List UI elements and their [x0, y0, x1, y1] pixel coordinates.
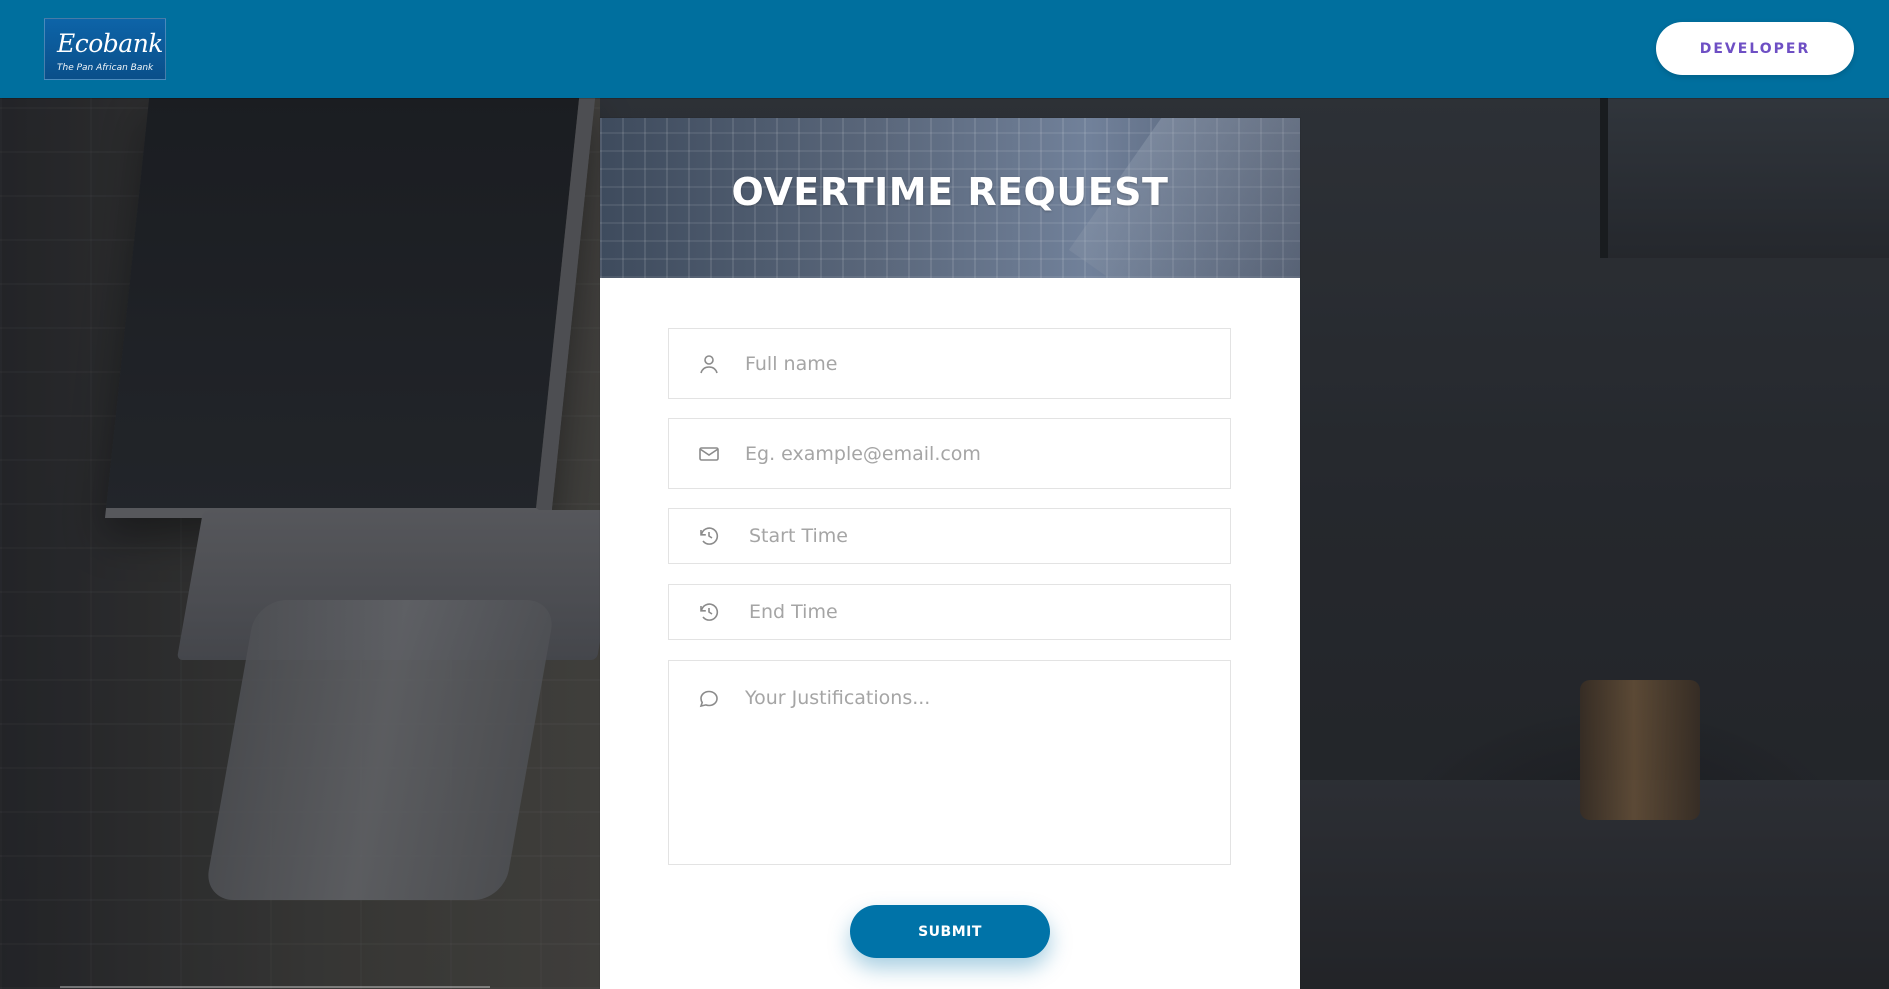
end-time-input[interactable] — [749, 585, 1210, 639]
full-name-input[interactable] — [745, 329, 1210, 398]
full-name-field — [668, 328, 1231, 399]
justifications-field — [668, 660, 1231, 865]
chat-icon — [697, 687, 721, 711]
end-time-field — [668, 584, 1231, 640]
history-icon — [697, 600, 721, 624]
logo-brand-name: Ecobank — [57, 29, 163, 58]
form-title: OVERTIME REQUEST — [731, 170, 1169, 214]
overtime-request-form: OVERTIME REQUEST Full name Eg. example@e… — [600, 118, 1300, 989]
mail-icon — [697, 442, 721, 466]
justifications-textarea[interactable] — [745, 687, 1210, 848]
history-icon — [697, 524, 721, 548]
form-header-image: OVERTIME REQUEST — [600, 118, 1300, 278]
top-navbar: Ecobank The Pan African Bank DEVELOPER — [0, 0, 1889, 98]
page: Ecobank The Pan African Bank DEVELOPER O… — [0, 0, 1889, 989]
submit-button[interactable]: SUBMIT — [850, 905, 1050, 958]
decorative-line — [60, 986, 490, 988]
logo-tagline: The Pan African Bank — [57, 63, 154, 73]
email-field — [668, 418, 1231, 489]
ecobank-logo[interactable]: Ecobank The Pan African Bank — [44, 18, 166, 80]
developer-button[interactable]: DEVELOPER — [1656, 22, 1854, 75]
user-icon — [697, 352, 721, 376]
start-time-input[interactable] — [749, 509, 1210, 563]
email-input[interactable] — [745, 419, 1210, 488]
start-time-field — [668, 508, 1231, 564]
